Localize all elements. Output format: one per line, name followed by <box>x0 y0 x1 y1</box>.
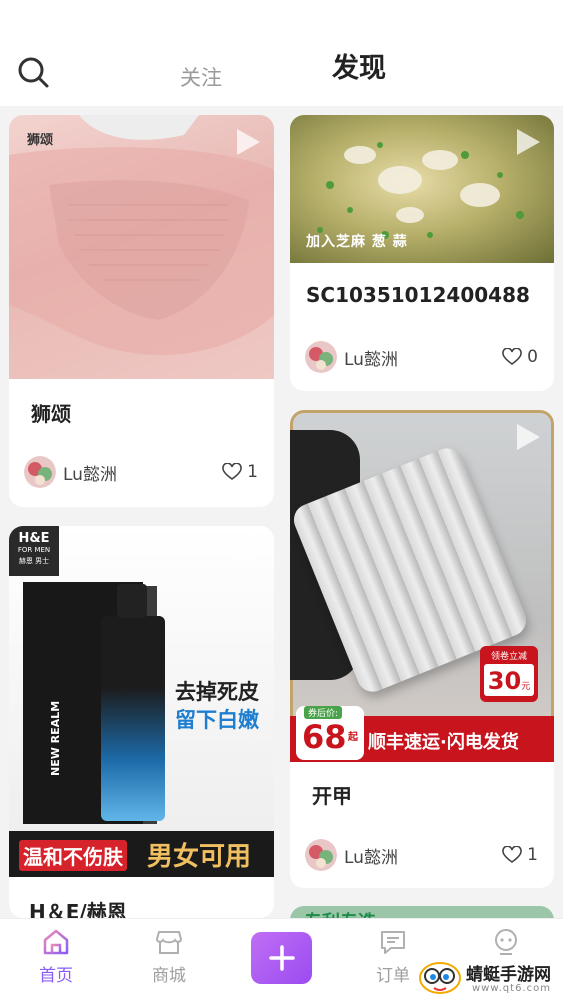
image-caption: 加入芝麻 葱 蒜 <box>306 234 408 250</box>
author-name: Lu懿洲 <box>344 847 398 868</box>
tab-follow[interactable]: 关注 <box>180 62 222 92</box>
play-icon <box>517 424 540 450</box>
profile-icon <box>495 929 517 955</box>
home-icon <box>43 929 69 955</box>
bottle-pump <box>117 584 147 618</box>
top-bar: 关注 发现 <box>0 0 563 106</box>
plus-icon <box>268 945 295 971</box>
nav-shop-label: 商城 <box>152 966 186 986</box>
like-count[interactable]: 1 <box>222 462 258 482</box>
brand-badge-text: 赫恩 男士 <box>18 557 50 565</box>
image-watermark: 狮颂 <box>27 133 54 148</box>
coupon-badge: 领卷立减 30 元 <box>480 646 538 702</box>
promo-right: 男女可用 <box>147 842 252 872</box>
post-author[interactable]: Lu懿洲 <box>305 839 398 871</box>
like-count[interactable]: 0 <box>502 347 538 367</box>
post-title: 开甲 <box>312 784 352 808</box>
brand-sub: FOR MEN <box>17 546 51 554</box>
post-title: SC10351012400488 <box>306 283 530 307</box>
post-author[interactable]: Lu懿洲 <box>305 341 398 373</box>
nav-home-label: 首页 <box>39 966 73 986</box>
publish-button[interactable] <box>251 932 312 984</box>
coupon-value: 30 <box>487 667 522 695</box>
like-count[interactable]: 1 <box>502 845 538 865</box>
brand-top: H&E <box>18 531 50 546</box>
play-icon <box>517 129 540 155</box>
product-side-text: NEW REALM <box>49 700 62 776</box>
watermark-url: www.qt6.com <box>472 983 551 994</box>
nav-shop[interactable]: 商城 <box>139 927 199 986</box>
slogan-line2: 留下白嫩 <box>175 708 259 732</box>
feed-card[interactable]: 领卷立减 30 元 券后价: 68 起 顺丰速运·闪电发货 开甲 Lu懿洲 1 <box>290 410 554 888</box>
coupon-unit: 元 <box>521 682 531 692</box>
promo-left: 温和不伤肤 <box>19 840 127 871</box>
tab-discover[interactable]: 发现 <box>332 46 386 85</box>
shop-icon <box>155 931 183 954</box>
tab-discover-label: 发现 <box>332 53 386 84</box>
play-icon <box>237 129 260 155</box>
post-title: 狮颂 <box>31 402 71 426</box>
brand-badge: H&E FOR MEN 赫恩 男士 <box>9 526 59 576</box>
message-icon <box>381 931 405 954</box>
watermark-name: 蜻蜓手游网 <box>466 965 551 985</box>
post-image: H&E FOR MEN 赫恩 男士 NEW REALM 去掉死皮 留下白嫩 温和… <box>9 526 274 877</box>
heart-icon <box>502 348 522 365</box>
feed-card[interactable]: 狮颂 狮颂 Lu懿洲 1 <box>9 115 274 507</box>
post-image: 领卷立减 30 元 券后价: 68 起 顺丰速运·闪电发货 <box>290 410 554 762</box>
nav-home[interactable]: 首页 <box>26 927 86 986</box>
heart-icon <box>222 463 242 480</box>
site-watermark: 蜻蜓手游网 www.qt6.com <box>414 958 559 998</box>
avatar <box>24 456 56 488</box>
feed-card[interactable]: 加入芝麻 葱 蒜 SC10351012400488 Lu懿洲 0 <box>290 115 554 391</box>
avatar <box>305 839 337 871</box>
slogan-line1: 去掉死皮 <box>175 680 259 704</box>
like-count-value: 1 <box>527 845 538 865</box>
like-count-value: 0 <box>527 347 538 367</box>
nav-profile[interactable] <box>476 927 536 957</box>
coupon-label: 领卷立减 <box>490 652 527 662</box>
author-name: Lu懿洲 <box>63 464 117 485</box>
play-icon <box>237 540 260 566</box>
heart-icon <box>502 846 522 863</box>
shipping-text: 顺丰速运·闪电发货 <box>368 732 519 753</box>
search-icon[interactable] <box>16 55 50 89</box>
post-title: H＆E/赫恩 <box>29 900 127 918</box>
dragonfly-logo-icon <box>419 962 461 994</box>
avatar <box>305 341 337 373</box>
post-author[interactable]: Lu懿洲 <box>24 456 117 488</box>
product-bottle <box>101 616 165 821</box>
price-unit: 起 <box>348 732 358 743</box>
author-name: Lu懿洲 <box>344 349 398 370</box>
price-value: 68 <box>302 718 347 756</box>
feed-card[interactable]: H&E FOR MEN 赫恩 男士 NEW REALM 去掉死皮 留下白嫩 温和… <box>9 526 274 918</box>
like-count-value: 1 <box>247 462 258 482</box>
